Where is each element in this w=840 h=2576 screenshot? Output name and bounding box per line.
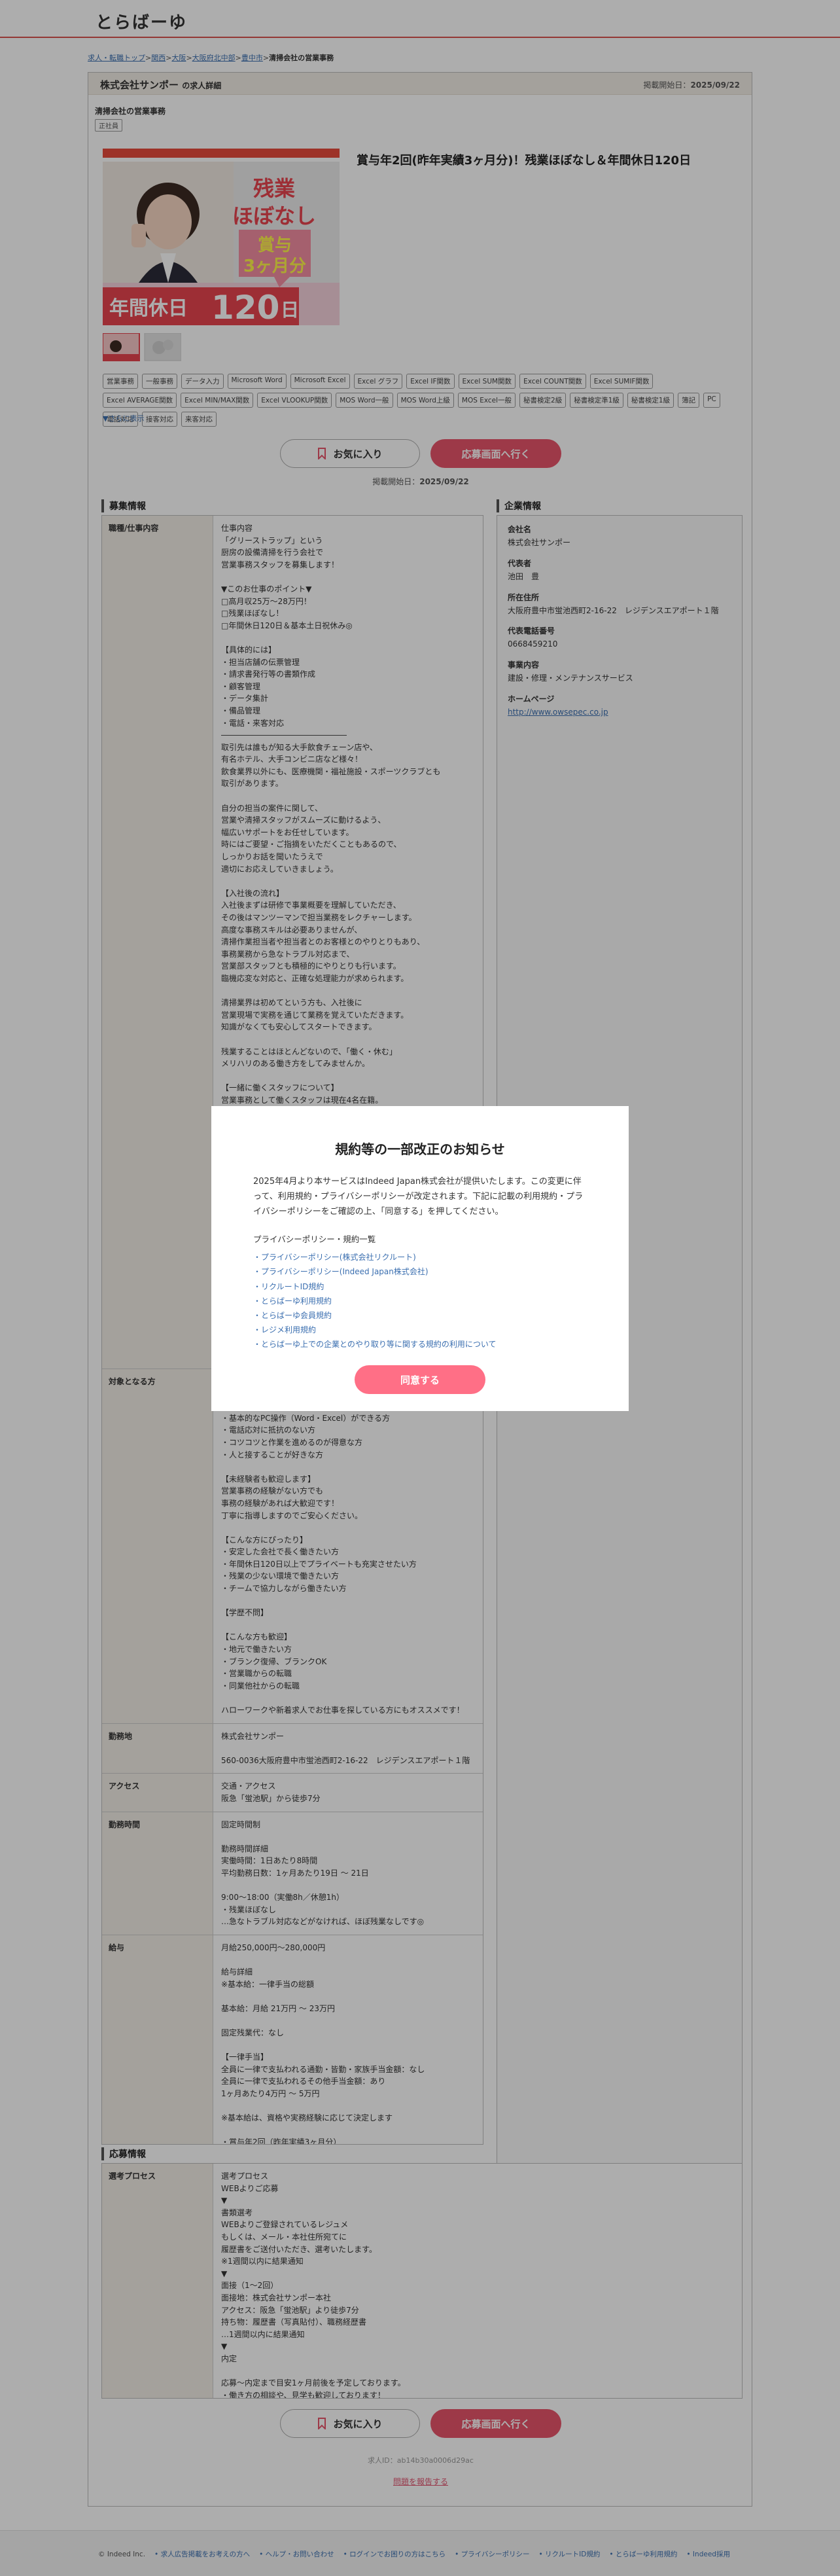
terms-update-modal: 規約等の一部改正のお知らせ 2025年4月より本サービスはIndeed Japa… bbox=[211, 1106, 629, 1411]
modal-policy-link[interactable]: ・レジメ利用規約 bbox=[253, 1323, 587, 1337]
modal-policy-link[interactable]: ・とらばーゆ会員規約 bbox=[253, 1308, 587, 1323]
modal-list-title: プライバシーポリシー・規約一覧 bbox=[253, 1234, 376, 1245]
modal-policy-link[interactable]: ・とらばーゆ利用規約 bbox=[253, 1294, 587, 1308]
modal-body: 2025年4月より本サービスはIndeed Japan株式会社が提供いたします。… bbox=[253, 1177, 584, 1217]
modal-title: 規約等の一部改正のお知らせ bbox=[335, 1141, 505, 1157]
modal-policy-link[interactable]: ・プライバシーポリシー(株式会社リクルート) bbox=[253, 1250, 587, 1264]
modal-policy-link[interactable]: ・とらばーゆ上での企業とのやり取り等に関する規約の利用について bbox=[253, 1337, 587, 1351]
modal-links: ・プライバシーポリシー(株式会社リクルート) ・プライバシーポリシー(Indeed… bbox=[253, 1250, 587, 1351]
page: とらばーゆ 求人・転職トップ>関西>大阪>大阪府北中部>豊中市>清掃会社の営業事… bbox=[0, 0, 840, 2576]
modal-policy-link[interactable]: ・リクルートID規約 bbox=[253, 1279, 587, 1294]
agree-button[interactable]: 同意する bbox=[355, 1365, 485, 1394]
modal-policy-link[interactable]: ・プライバシーポリシー(Indeed Japan株式会社) bbox=[253, 1264, 587, 1279]
